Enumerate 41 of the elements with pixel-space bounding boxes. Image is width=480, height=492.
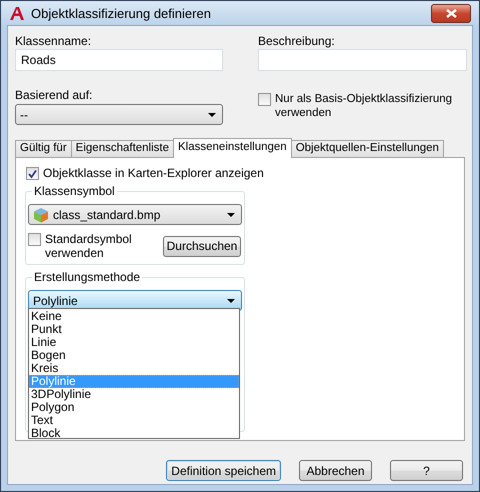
group-title: Erstellungsmethode	[32, 270, 142, 284]
app-logo-icon	[9, 6, 25, 20]
caret-icon	[208, 113, 216, 117]
caret-icon	[227, 213, 235, 217]
list-item[interactable]: Block	[29, 427, 239, 440]
list-item[interactable]: Text	[29, 414, 239, 427]
close-icon	[446, 8, 456, 18]
input-field[interactable]: Roads	[15, 49, 223, 71]
dialog-button[interactable]: Abbrechen	[299, 460, 372, 481]
browse-button[interactable]: Durchsuchen	[163, 236, 241, 256]
checkbox-label: Standardsymbol verwenden	[45, 232, 133, 260]
list-item[interactable]: Punkt	[29, 323, 239, 336]
checkbox-label: Objektklasse in Karten-Explorer anzeigen	[43, 166, 264, 180]
tab[interactable]: Gültig für	[15, 140, 72, 157]
field-label: Basierend auf:	[15, 88, 94, 102]
tab[interactable]: Eigenschaftenliste	[70, 140, 174, 157]
group-title: Klassensymbol	[32, 184, 117, 198]
checkbox[interactable]	[28, 233, 41, 246]
input-field[interactable]	[258, 49, 467, 71]
field-label: Klassenname:	[15, 34, 92, 48]
close-button[interactable]	[431, 4, 471, 22]
checkbox-label: Nur als Basis-Objektklassifizierung verwenden	[275, 92, 454, 120]
dialog-button[interactable]: ?	[390, 460, 463, 481]
tab[interactable]: Objektquellen-Einstellungen	[290, 140, 444, 157]
checkbox[interactable]	[26, 167, 39, 180]
list-item[interactable]: 3DPolylinie	[29, 388, 239, 401]
dropdown[interactable]: --	[15, 104, 223, 125]
checkbox[interactable]	[258, 93, 271, 106]
list-item[interactable]: Linie	[29, 336, 239, 349]
list-item[interactable]: Bogen	[29, 349, 239, 362]
list-item[interactable]: Keine	[29, 310, 239, 323]
cube-icon	[33, 206, 49, 222]
list-item[interactable]: Kreis	[29, 362, 239, 375]
window-title: Objektklassifizierung definieren	[31, 6, 212, 20]
tab[interactable]: Klasseneinstellungen	[173, 138, 292, 158]
dropdown[interactable]: class_standard.bmp	[28, 204, 242, 225]
check-icon	[27, 168, 38, 178]
caret-icon	[227, 299, 235, 303]
list-item[interactable]: Polygon	[29, 401, 239, 414]
dialog-button[interactable]: Definition speichem	[166, 460, 281, 481]
field-label: Beschreibung:	[258, 34, 336, 48]
